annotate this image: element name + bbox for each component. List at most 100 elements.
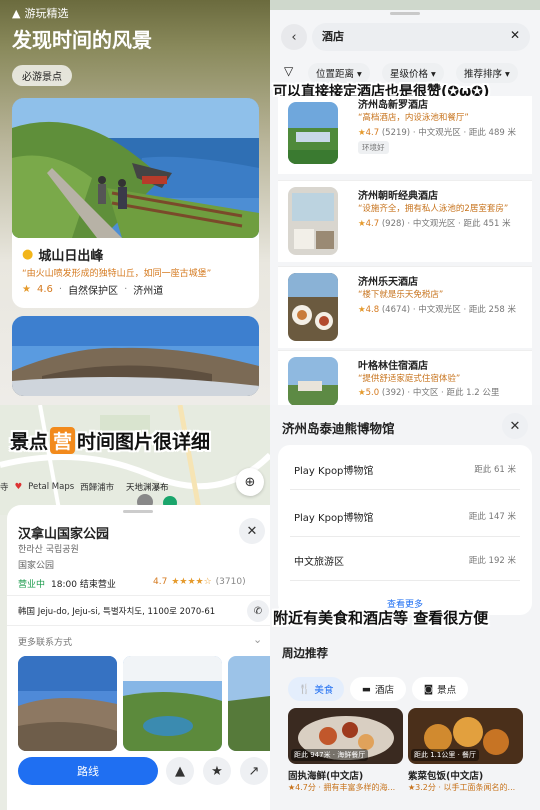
close-icon: ✕ — [509, 418, 521, 434]
share-button[interactable]: ↗ — [240, 757, 268, 785]
nearby-item[interactable]: 中文旅游区 距此 192 米 — [290, 536, 520, 581]
place-sheet: 汉拿山国家公园 ✕ 한라산 국립공원 国家公园 营业中 18:00 结束营业 4… — [7, 505, 270, 810]
annotation-overlay: 景点 营 时间图片很详细 — [10, 427, 210, 454]
food-meta: ★3.2分 · 以手工面条闻名的... — [408, 783, 516, 792]
hotel-row[interactable]: 济州岛新罗酒店 “高档酒店，内设泳池和餐厅” ★4.7 (5219) · 中文观… — [278, 96, 532, 174]
food-photo[interactable]: 距此 1.1公里 · 餐厅 — [408, 708, 523, 764]
hotel-meta: ★4.7 (928) · 中文观光区 · 距此 451 米 — [358, 219, 511, 229]
place-korean-name: 한라산 국립공원 — [18, 545, 79, 555]
hotel-photo — [288, 273, 338, 341]
food-name: 固执海鲜(中文店) — [288, 771, 364, 782]
spot-region: 济州道 — [133, 286, 164, 297]
nearby-item[interactable]: Play Kpop博物馆 距此 61 米 — [290, 445, 520, 490]
camera-icon: ◙ — [423, 683, 434, 695]
map-label: 西歸浦市 — [80, 483, 115, 493]
drag-handle[interactable] — [390, 12, 420, 15]
locate-button[interactable]: ⊕ — [236, 468, 264, 496]
petal-maps-logo: Petal Maps — [28, 482, 75, 492]
spot-photo — [12, 98, 259, 238]
filter-star-price[interactable]: 星级价格 ▾ — [382, 63, 444, 83]
hotel-meta: ★4.8 (4674) · 中文观光区 · 距此 258 米 — [358, 305, 516, 315]
rating-count: (3710) — [215, 577, 246, 587]
rating-row: 4.7 ★★★★☆ (3710) — [153, 577, 246, 587]
gallery-photo[interactable] — [228, 656, 270, 751]
star-icon: ★ — [22, 284, 31, 295]
hotel-row[interactable]: 济州朝昕经典酒店 “设施齐全，拥有私人泳池的2居室套房” ★4.7 (928) … — [278, 180, 532, 262]
hotel-quote: “提供舒适家庭式住宿体验” — [358, 374, 461, 384]
filter-icon[interactable]: ▽ — [284, 64, 293, 78]
closing-time: 18:00 结束营业 — [51, 580, 116, 590]
food-meta: ★4.7分 · 拥有丰富多样的海... — [288, 783, 396, 792]
page-title: 发现时间的风景 — [12, 28, 152, 52]
spot-type: 自然保护区 — [68, 286, 119, 297]
open-status: 营业中 — [18, 580, 46, 590]
address-text[interactable]: 韩国 Jeju-do, Jeju-si, 특별자치도, 1100로 2070-6… — [18, 605, 215, 617]
hotel-tag: 环境好 — [358, 141, 389, 154]
spot-card-next[interactable] — [12, 316, 259, 396]
favorite-button[interactable]: ★ — [203, 757, 231, 785]
hotel-name: 济州岛新罗酒店 — [358, 100, 428, 111]
tab-attraction[interactable]: ◙ 景点 — [412, 677, 468, 701]
hotel-search-panel: ‹ ✕ ▽ 位置距离 ▾ 星级价格 ▾ 推荐排序 ▾ 可以直接接定酒店也是很赞(… — [270, 0, 540, 405]
chevron-down-icon[interactable]: ⌄ — [253, 633, 262, 646]
hotel-row[interactable]: 济州乐天酒店 “楼下就是乐天免税店” ★4.8 (4674) · 中文观光区 ·… — [278, 266, 532, 348]
crosshair-icon: ⊕ — [244, 474, 256, 490]
place-type: 国家公园 — [18, 561, 55, 571]
nearby-list: Play Kpop博物馆 距此 61 米 Play Kpop博物馆 距此 147… — [278, 445, 532, 615]
header-label: 游玩精选 — [24, 7, 69, 20]
search-input[interactable] — [322, 29, 492, 42]
phone-icon: ✆ — [253, 605, 263, 617]
hotel-photo — [288, 102, 338, 164]
navigate-button[interactable]: ▲ — [166, 757, 194, 785]
star-icon: ★ — [211, 763, 223, 779]
map-label: 天地渊瀑布 — [126, 483, 169, 493]
hotel-photo — [288, 357, 338, 405]
distance-badge: 距此 1.1公里 · 餐厅 — [411, 749, 480, 761]
drag-handle[interactable] — [123, 510, 153, 513]
map-background[interactable] — [0, 405, 270, 515]
hotel-row[interactable]: 叶格林住宿酒店 “提供舒适家庭式住宿体验” ★5.0 (392) · 中文区 ·… — [278, 350, 532, 405]
travel-picks-panel: ▲ 游玩精选 发现时间的风景 必游景点 ● 城山日出峰 “由火山喷发形成的独特山… — [0, 0, 270, 405]
hotel-name: 叶格林住宿酒店 — [358, 361, 428, 372]
hotel-quote: “设施齐全，拥有私人泳池的2居室套房” — [358, 204, 509, 214]
route-button[interactable]: 路线 — [18, 757, 158, 785]
navigation-arrow-icon: ▲ — [175, 763, 185, 779]
food-photo[interactable]: 距此 947米 · 海鲜餐厅 — [288, 708, 403, 764]
hotel-photo — [288, 187, 338, 255]
close-button[interactable]: ✕ — [239, 518, 265, 544]
mountain-icon: ▲ — [12, 6, 21, 20]
food-icon: 🍴 — [298, 683, 311, 695]
place-title: 济州岛泰迪熊博物馆 — [282, 421, 395, 436]
place-detail-panel: 景点 营 时间图片很详细 寺 ♥ Petal Maps 西歸浦市 天地渊瀑布 ⊕ … — [0, 405, 270, 810]
search-bar[interactable]: ✕ — [312, 23, 530, 51]
more-contacts-link[interactable]: 更多联系方式 — [18, 635, 72, 648]
tab-food[interactable]: 🍴 美食 — [288, 677, 344, 701]
spot-meta: ★ 4.6 · 自然保护区 · 济州道 — [22, 284, 164, 297]
filter-distance[interactable]: 位置距离 ▾ — [308, 63, 370, 83]
phone-button[interactable]: ✆ — [247, 600, 269, 622]
place-name: 汉拿山国家公园 — [18, 527, 110, 542]
close-button[interactable]: ✕ — [502, 413, 528, 439]
gallery-photo[interactable] — [18, 656, 117, 751]
annotation-overlay: 附近有美食和酒店等 查看很方便 — [273, 609, 489, 627]
chevron-left-icon: ‹ — [291, 29, 297, 45]
share-icon: ↗ — [248, 763, 260, 779]
back-button[interactable]: ‹ — [281, 24, 307, 50]
hotel-quote: “高档酒店，内设泳池和餐厅” — [358, 113, 469, 123]
bulb-icon: ● — [22, 247, 34, 262]
hotel-name: 济州朝昕经典酒店 — [358, 191, 438, 202]
nearby-panel: 济州岛泰迪熊博物馆 ✕ Play Kpop博物馆 距此 61 米 Play Kp… — [270, 405, 540, 810]
tab-hotel[interactable]: ▬ 酒店 — [350, 677, 406, 701]
hotel-meta: ★5.0 (392) · 中文区 · 距此 1.2 公里 — [358, 388, 500, 398]
hotel-quote: “楼下就是乐天免税店” — [358, 290, 444, 300]
spot-card[interactable]: ● 城山日出峰 “由火山喷发形成的独特山丘，如同一座古城堡” ★ 4.6 · 自… — [12, 98, 259, 308]
header-label-row: ▲ 游玩精选 — [12, 5, 68, 21]
nearby-item[interactable]: Play Kpop博物馆 距此 147 米 — [290, 492, 520, 537]
map-labels: 寺 ♥ Petal Maps 西歸浦市 — [0, 482, 115, 493]
gallery-photo[interactable] — [123, 656, 222, 751]
hotel-name: 济州乐天酒店 — [358, 277, 418, 288]
section-title: 周边推荐 — [282, 646, 328, 660]
filter-sort[interactable]: 推荐排序 ▾ — [456, 63, 518, 83]
clear-icon[interactable]: ✕ — [510, 28, 520, 42]
must-visit-chip[interactable]: 必游景点 — [12, 65, 72, 86]
